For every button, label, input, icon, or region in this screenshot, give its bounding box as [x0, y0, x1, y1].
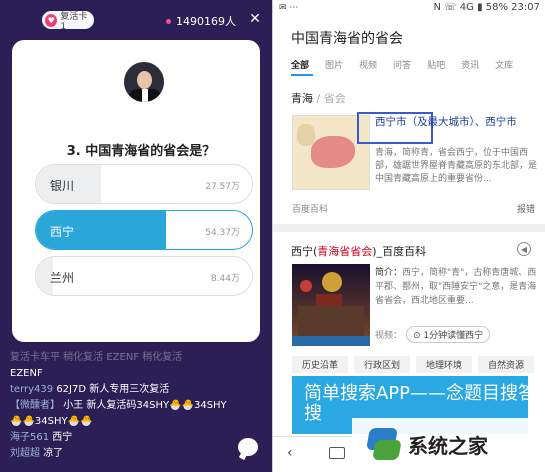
revive-card-label: 复活卡 1: [60, 11, 88, 32]
video-row: 视频： ⊙ 1分钟读懂西宁: [375, 326, 491, 343]
search-panel: ✉ ⋯ N ☏ 4G ▮ 58% 23:07 中国青海省的省会 全部 图片 视频…: [272, 0, 545, 472]
option-count: 27.57万: [205, 182, 240, 192]
back-chevron-icon[interactable]: ‹: [287, 445, 293, 461]
answer-text[interactable]: 西宁市（及最大城市）、西宁市: [375, 116, 537, 129]
answer-snippet: 青海，简称青，省会西宁，位于中国西部，雄踞世界屋脊青藏高原的东北部，是中国青藏高…: [375, 148, 538, 184]
chat-user[interactable]: 刘超超: [10, 448, 40, 459]
tab-tieba[interactable]: 贴吧: [427, 58, 445, 71]
option-label: 兰州: [50, 271, 75, 285]
speaker-icon[interactable]: ◀: [517, 242, 531, 256]
status-notification-icons: ✉ ⋯: [279, 3, 299, 13]
search-tabs: 全部 图片 视频 问答 贴吧 资讯 文库: [291, 58, 513, 71]
revive-card-badge[interactable]: ♥ 复活卡 1: [42, 11, 94, 32]
status-bar: ✉ ⋯ N ☏ 4G ▮ 58% 23:07: [273, 0, 545, 20]
watermark: 系统之家: [352, 418, 545, 472]
option-count: 54.37万: [205, 228, 240, 238]
question-text: 3. 中国青海省的省会是？: [66, 144, 216, 159]
tab-wenku[interactable]: 文库: [495, 58, 513, 71]
screenshot-root: ♥ 复活卡 1 1490169人 ✕ 3. 中国青海省的省会是？ 银川 27.5…: [0, 0, 545, 472]
answer-heading-main: 青海: [291, 92, 313, 105]
option-count: 8.44万: [210, 274, 240, 284]
chat-feed: 复活卡车平 稍化复活 EZENF 稍化复活 EZENF terry439 62J…: [10, 350, 260, 462]
report-error-link[interactable]: 报错: [517, 202, 535, 215]
chat-text: 62J7D 新人专用三次复活: [56, 384, 170, 395]
answer-option-xining[interactable]: 西宁 54.37万: [35, 210, 253, 250]
xining-night-photo[interactable]: [292, 264, 370, 346]
result-title[interactable]: 西宁(青海省省会)_百度百科: [291, 243, 426, 259]
chat-user[interactable]: 海子561: [10, 432, 49, 443]
answer-source[interactable]: 百度百科: [292, 202, 328, 215]
viewer-count: 1490169人: [166, 13, 236, 29]
answer-option-yinchuan[interactable]: 银川 27.57万: [35, 164, 253, 204]
chat-line: 复活卡车平 稍化复活 EZENF 稍化复活: [10, 352, 183, 363]
chat-line: EZENF: [10, 368, 43, 379]
chip-resources[interactable]: 自然资源: [478, 356, 534, 373]
chat-line: 【微醺者】 小王 新人复活码34SHY🐣🐣34SHY: [10, 398, 260, 414]
result-title-pre: 西宁(: [291, 245, 318, 258]
live-dot-icon: [166, 18, 171, 24]
keyboard-icon[interactable]: [329, 447, 345, 459]
chat-line: 刘超超 凉了: [10, 446, 260, 462]
viewer-count-text: 1490169人: [176, 15, 236, 28]
video-label: 视频：: [375, 331, 403, 341]
chat-user[interactable]: 【微醺者】: [10, 400, 60, 411]
topic-chips: 历史沿革 行政区划 地理环境 自然资源: [292, 356, 534, 373]
chat-line: 海子561 西宁: [10, 430, 260, 446]
tab-all[interactable]: 全部: [291, 58, 309, 71]
chat-text: 西宁: [52, 432, 73, 443]
question-card: 3. 中国青海省的省会是？ 银川 27.57万 西宁 54.37万 兰州 8.4…: [12, 40, 260, 342]
answer-heading-sub: / 省会: [316, 92, 346, 105]
host-avatar: [121, 59, 167, 105]
result-snippet: 简介：西宁，简称"青"，古称青唐城、西平郡、鄯州，取"西陲安宁"之意，是青海省省…: [375, 266, 537, 308]
result-title-highlight: 青海省省会: [317, 245, 373, 258]
option-label: 银川: [50, 179, 75, 193]
result-title-post: )_百度百科: [372, 245, 427, 258]
watermark-logo: [362, 426, 402, 464]
tab-news[interactable]: 资讯: [461, 58, 479, 71]
tab-qa[interactable]: 问答: [393, 58, 411, 71]
active-tab-indicator: [291, 74, 313, 76]
chip-history[interactable]: 历史沿革: [292, 356, 348, 373]
tab-images[interactable]: 图片: [325, 58, 343, 71]
divider: [273, 224, 545, 232]
chat-line: terry439 62J7D 新人专用三次复活: [10, 382, 260, 398]
close-icon[interactable]: ✕: [247, 11, 263, 27]
status-right: N ☏ 4G ▮ 58% 23:07: [433, 2, 540, 13]
chat-text: 小王 新人复活码34SHY🐣🐣34SHY: [63, 400, 227, 411]
option-label: 西宁: [50, 225, 75, 239]
chip-divisions[interactable]: 行政区划: [354, 356, 410, 373]
chat-user[interactable]: terry439: [10, 384, 53, 395]
answer-heading: 青海 / 省会: [291, 90, 346, 106]
comment-bubble-icon[interactable]: [238, 438, 258, 456]
play-video-button[interactable]: ⊙ 1分钟读懂西宁: [406, 326, 491, 343]
chat-line: 🐣🐣34SHY🐣🐣: [10, 416, 93, 427]
snippet-lead: 简介：: [375, 268, 403, 278]
search-query-title[interactable]: 中国青海省的省会: [291, 28, 403, 48]
chat-text: 凉了: [43, 448, 64, 459]
answer-option-lanzhou[interactable]: 兰州 8.44万: [35, 256, 253, 296]
tab-video[interactable]: 视频: [359, 58, 377, 71]
heart-icon: ♥: [45, 13, 58, 27]
quiz-live-panel: ♥ 复活卡 1 1490169人 ✕ 3. 中国青海省的省会是？ 银川 27.5…: [0, 0, 272, 472]
chip-geography[interactable]: 地理环境: [416, 356, 472, 373]
watermark-text: 系统之家: [408, 434, 488, 458]
